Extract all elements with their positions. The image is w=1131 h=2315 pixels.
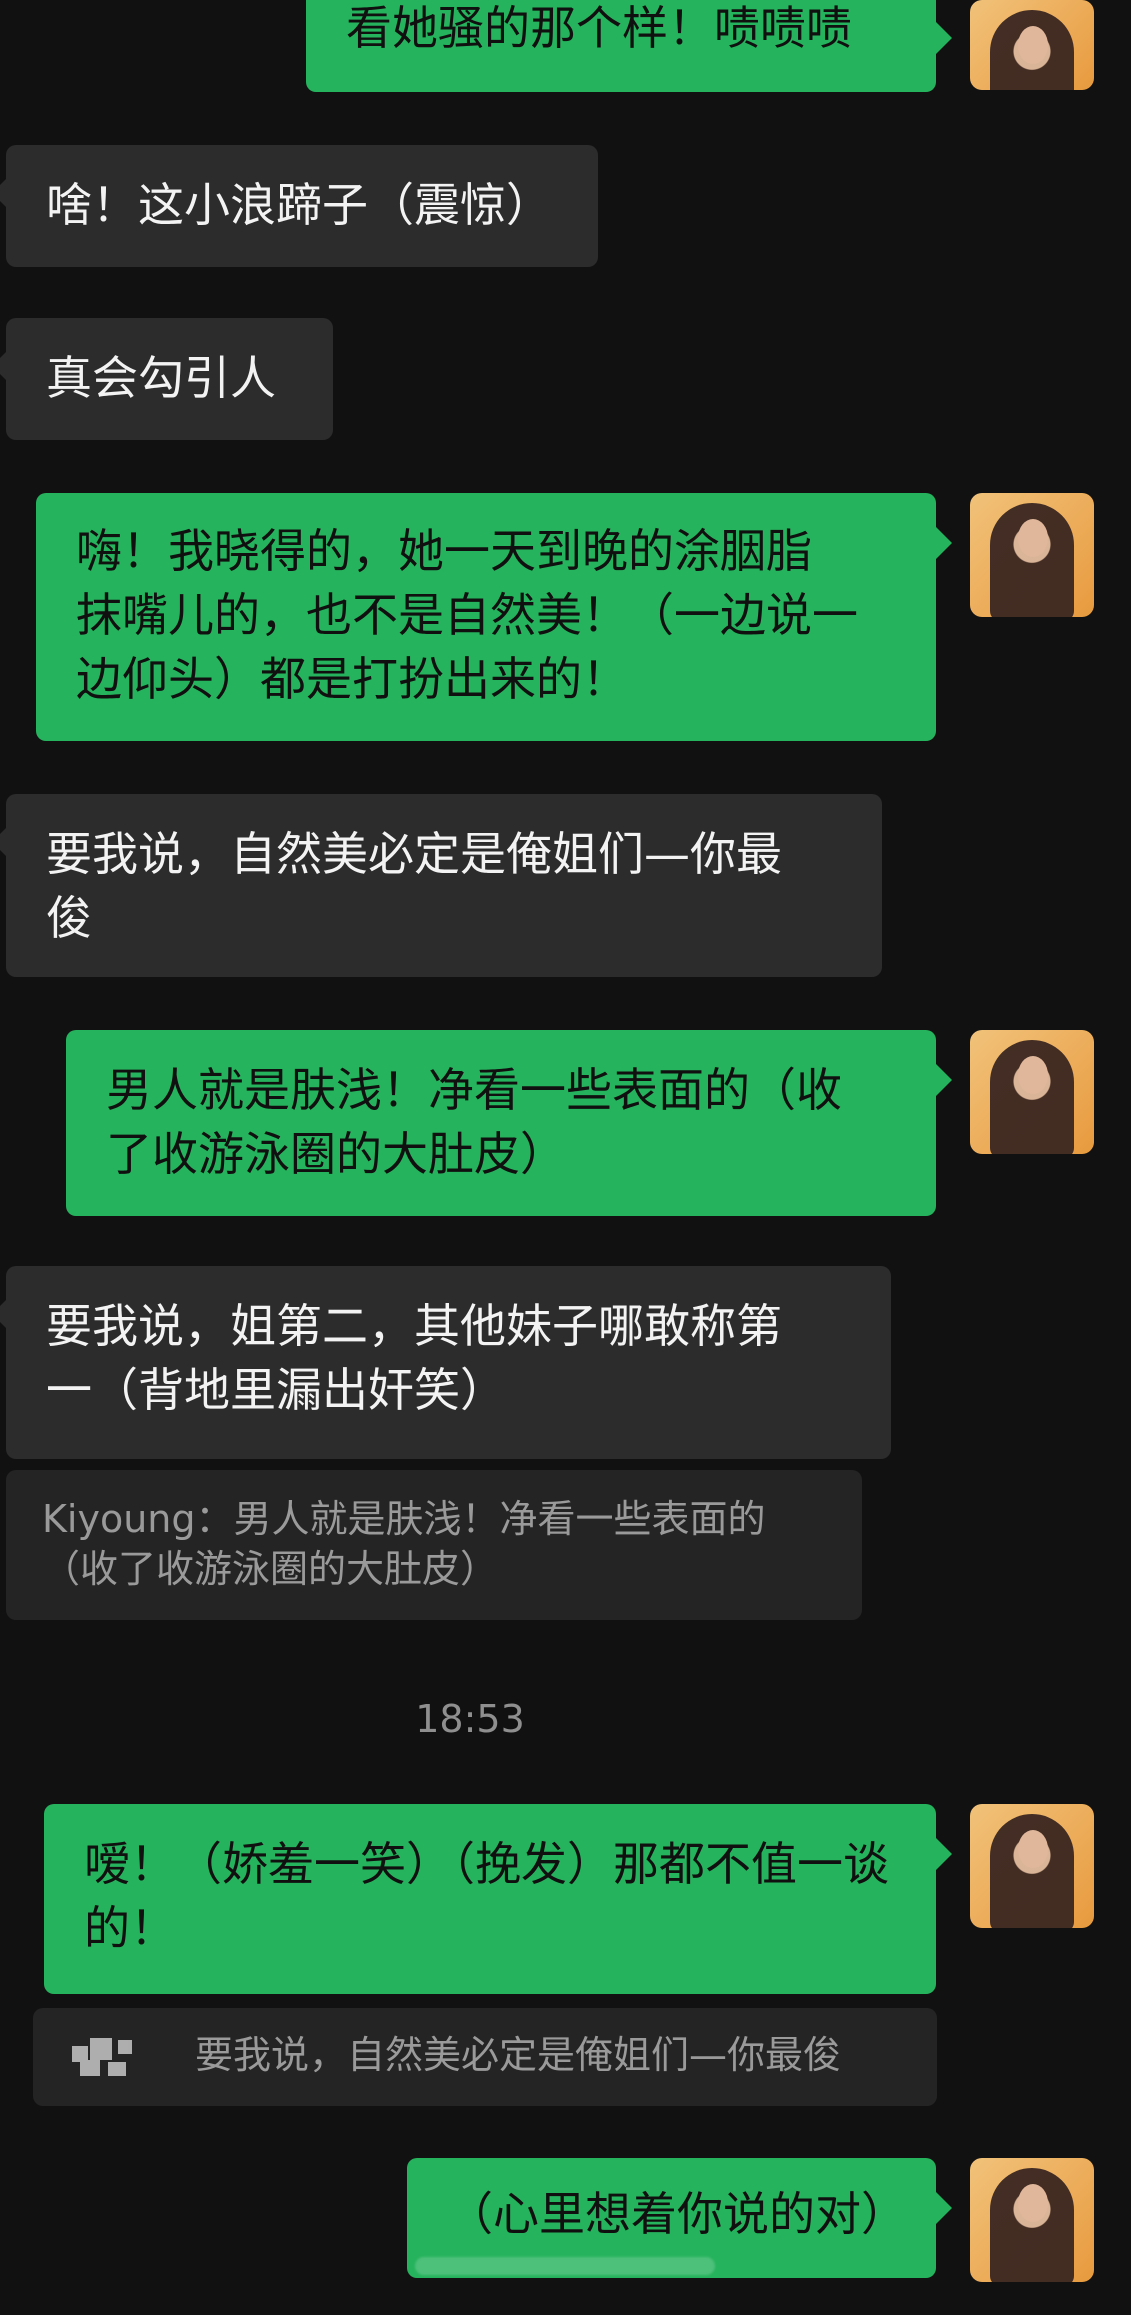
redacted-name-icon bbox=[72, 2038, 148, 2080]
message-bubble-incoming-3[interactable]: 要我说，自然美必定是俺姐们—你最 俊 bbox=[0, 794, 882, 977]
message-bubble-incoming-4[interactable]: 要我说，姐第二，其他妹子哪敢称第 一（背地里漏出奸笑） bbox=[0, 1266, 891, 1459]
avatar[interactable] bbox=[970, 0, 1094, 90]
quoted-reply[interactable]: Kiyoung：男人就是肤浅！净看一些表面的 （收了收游泳圈的大肚皮） bbox=[6, 1470, 862, 1620]
message-bubble-outgoing-3[interactable]: 男人就是肤浅！净看一些表面的（收 了收游泳圈的大肚皮） bbox=[66, 1030, 952, 1216]
timestamp: 18:53 bbox=[415, 1697, 525, 1741]
avatar[interactable] bbox=[970, 2158, 1094, 2282]
avatar[interactable] bbox=[970, 1804, 1094, 1928]
quoted-reply[interactable]: 要我说，自然美必定是俺姐们—你最俊 bbox=[33, 2008, 937, 2106]
message-bubble-incoming-2[interactable]: 真会勾引人 bbox=[0, 318, 333, 440]
message-bubble-outgoing-4[interactable]: 嗳！（娇羞一笑）（挽发）那都不值一谈 的！ bbox=[44, 1804, 952, 1994]
bottom-smudge bbox=[415, 2257, 715, 2275]
avatar[interactable] bbox=[970, 1030, 1094, 1154]
message-bubble-incoming-1[interactable]: 啥！这小浪蹄子（震惊） bbox=[0, 145, 598, 267]
message-bubble-outgoing-2[interactable]: 嗨！我晓得的，她一天到晚的涂胭脂 抹嘴儿的，也不是自然美！（一边说一 边仰头）都… bbox=[36, 493, 952, 741]
message-bubble-outgoing-1[interactable]: 看她骚的那个样！啧啧啧 bbox=[306, 0, 952, 92]
chat-thread: 看她骚的那个样！啧啧啧 啥！这小浪蹄子（震惊） 真会勾引人 嗨！我晓得的，她一天… bbox=[0, 0, 1131, 2315]
avatar[interactable] bbox=[970, 493, 1094, 617]
